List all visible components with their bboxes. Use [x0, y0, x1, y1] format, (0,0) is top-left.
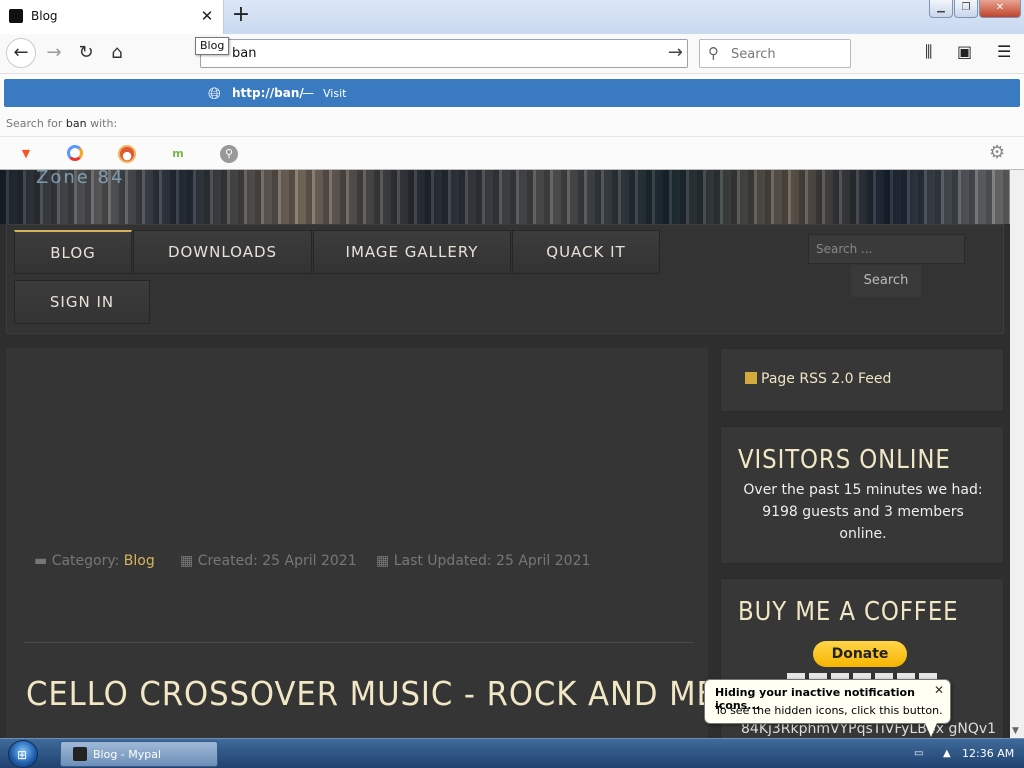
clock[interactable]: 12:36 AM — [962, 747, 1014, 760]
url-bar[interactable]: ban → — [200, 39, 688, 68]
autocomplete-visit-row[interactable]: 🌐︎ http://ban/ — Visit — [4, 79, 1020, 107]
globe-icon: 🌐︎ — [208, 84, 221, 103]
divider — [24, 642, 694, 643]
start-button[interactable]: ⊞ — [8, 740, 38, 768]
donate-button[interactable]: Donate — [813, 641, 907, 667]
library-icon[interactable]: ⫼ — [925, 42, 932, 62]
category-link[interactable]: Blog — [124, 553, 155, 569]
search-bar[interactable]: ⚲ Search — [699, 39, 851, 68]
web-page: Zone 84 BLOG DOWNLOADS IMAGE GALLERY QUA… — [0, 170, 1010, 738]
brave-icon[interactable]: ▼ — [17, 145, 35, 163]
home-button[interactable]: ⌂ — [103, 39, 131, 67]
mojeek-icon[interactable]: m — [169, 145, 187, 163]
notification-body: To see the hidden icons, click this butt… — [715, 704, 943, 717]
taskbar: ⊞ Blog - Mypal ▭ ▲ 12:36 AM — [0, 738, 1024, 768]
search-for-term: ban — [65, 117, 87, 130]
autocomplete-action: Visit — [323, 87, 347, 100]
url-input[interactable]: ban — [232, 46, 256, 61]
article-updated: ▦ Last Updated: 25 April 2021 — [376, 553, 590, 569]
window-restore-button[interactable]: ❐ — [954, 0, 978, 18]
new-tab-button[interactable]: + — [231, 4, 251, 28]
site-search-placeholder: Search ... — [816, 242, 873, 256]
visitors-panel: VISITORS ONLINE Over the past 15 minutes… — [720, 426, 1004, 564]
tab-title: Blog — [31, 9, 58, 23]
search-engine-row: ▼ ● m ⚲ ⚙ — [0, 136, 1024, 170]
search-icon[interactable]: ⚲ — [220, 145, 238, 163]
close-icon[interactable]: ✕ — [934, 683, 944, 697]
nav-quack-it[interactable]: QUACK IT — [512, 230, 660, 274]
rss-icon — [745, 372, 757, 384]
autocomplete-separator: — — [302, 86, 314, 100]
nav-image-gallery[interactable]: IMAGE GALLERY — [313, 230, 511, 274]
autocomplete-popup: 🌐︎ http://ban/ — Visit Search for ban wi… — [0, 74, 1024, 170]
taskbar-item-mypal[interactable]: Blog - Mypal — [60, 741, 218, 767]
notification-balloon[interactable]: Hiding your inactive notification icons.… — [704, 679, 951, 724]
scroll-down-icon[interactable]: ▼ — [1012, 726, 1019, 736]
tab-strip: Blog ✕ + ▁ ❐ ✕ — [0, 0, 1024, 34]
tab-tooltip: Blog — [195, 37, 230, 55]
updated-date: Last Updated: 25 April 2021 — [393, 553, 591, 569]
taskbar-item-label: Blog - Mypal — [93, 748, 162, 761]
nav-toolbar: ← → ↻ ⌂ ban → ⚲ Search ⫼ ▣ ☰ — [0, 34, 1024, 74]
rss-panel: Page RSS 2.0 Feed — [720, 348, 1004, 412]
calendar-icon: ▦ — [376, 553, 394, 569]
coffee-title: BUY ME A COFFEE — [738, 597, 959, 627]
duckduckgo-icon[interactable]: ● — [118, 145, 136, 163]
site-logo[interactable]: Zone 84 — [36, 170, 124, 188]
go-arrow-icon[interactable]: → — [668, 42, 683, 63]
nav-downloads[interactable]: DOWNLOADS — [133, 230, 312, 274]
sidebar-icon[interactable]: ▣ — [957, 42, 972, 61]
show-hidden-icons-icon[interactable]: ▲ — [943, 748, 951, 759]
forward-button[interactable]: → — [40, 39, 68, 67]
search-for-suffix: with: — [90, 117, 118, 130]
search-icon: ⚲ — [708, 44, 719, 62]
nav-blog[interactable]: BLOG — [14, 230, 132, 274]
calendar-icon: ▦ — [180, 553, 198, 569]
back-button[interactable]: ← — [6, 38, 36, 68]
page-scrollbar[interactable]: ▼ — [1010, 170, 1024, 738]
site-favicon-icon — [9, 9, 23, 23]
search-input[interactable]: Search — [731, 47, 776, 62]
visitors-text: Over the past 15 minutes we had: 9198 gu… — [743, 482, 983, 542]
created-date: Created: 25 April 2021 — [197, 553, 357, 569]
site-search-button[interactable]: Search — [851, 265, 921, 297]
article-created: ▦ Created: 25 April 2021 — [180, 553, 357, 569]
windows-logo-icon: ⊞ — [17, 748, 28, 762]
folder-icon: ▬ — [34, 553, 52, 569]
balloon-pointer — [925, 723, 937, 737]
mypal-icon — [73, 747, 87, 761]
site-search-input[interactable]: Search ... — [808, 234, 965, 264]
nav-sign-in[interactable]: SIGN IN — [14, 280, 150, 324]
search-for-label: Search for ban with: — [6, 117, 117, 130]
tab-close-icon[interactable]: ✕ — [198, 6, 216, 26]
search-for-prefix: Search for — [6, 117, 63, 130]
window-minimize-button[interactable]: ▁ — [929, 0, 953, 18]
gear-icon[interactable]: ⚙ — [989, 142, 1005, 163]
article-title[interactable]: CELLO CROSSOVER MUSIC - ROCK AND METAL — [26, 674, 774, 713]
article-category: ▬ Category: Blog — [34, 553, 155, 569]
category-label: Category: — [51, 553, 120, 569]
site-banner: Zone 84 — [0, 170, 1010, 224]
main-content: CELLO CROSSOVER MUSIC - ROCK AND METAL — [6, 348, 773, 738]
keyboard-icon[interactable]: ▭ — [914, 748, 923, 759]
rss-label: Page RSS 2.0 Feed — [761, 371, 892, 387]
autocomplete-url: http://ban/ — [232, 86, 304, 100]
menu-icon[interactable]: ☰ — [997, 42, 1011, 61]
visitors-title: VISITORS ONLINE — [738, 445, 951, 475]
tab-blog[interactable]: Blog ✕ — [0, 0, 224, 34]
reload-button[interactable]: ↻ — [72, 39, 100, 67]
qwant-icon[interactable] — [67, 145, 83, 161]
window-close-button[interactable]: ✕ — [979, 0, 1021, 18]
rss-link[interactable]: Page RSS 2.0 Feed — [745, 371, 891, 387]
